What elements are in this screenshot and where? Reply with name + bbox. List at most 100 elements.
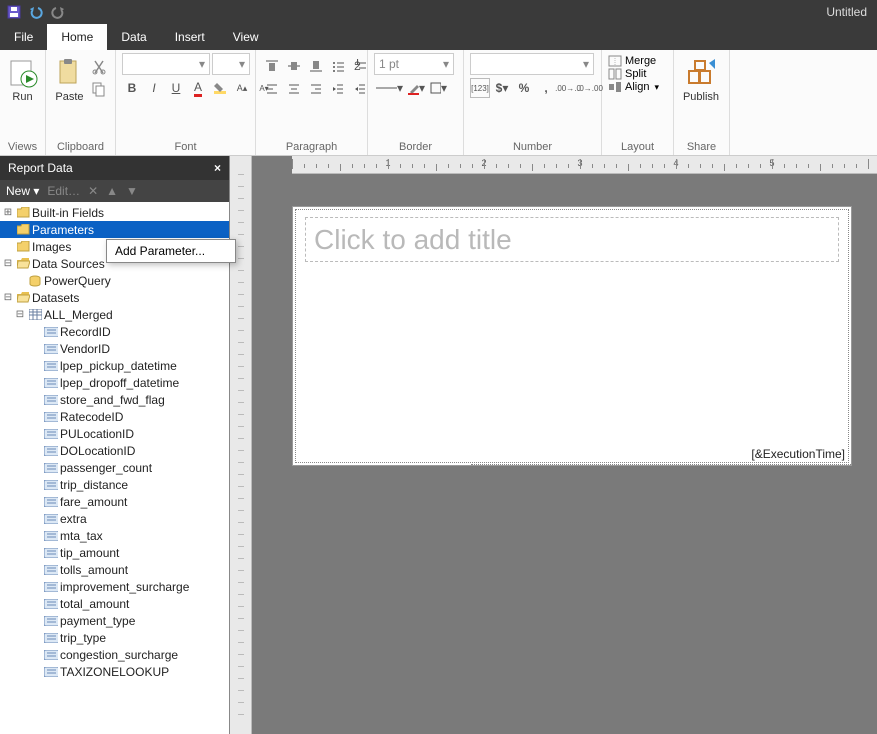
tree-all-merged[interactable]: ⊟ ALL_Merged (0, 306, 229, 323)
align-top-button[interactable] (262, 56, 282, 76)
add-parameter-menu-item[interactable]: Add Parameter... (107, 240, 235, 262)
fill-color-button[interactable] (210, 78, 230, 98)
numbering-button[interactable]: 12 (350, 56, 370, 76)
field-icon (44, 393, 58, 406)
tree-field[interactable]: trip_distance (0, 476, 229, 493)
border-style-select[interactable]: ▾ (374, 78, 404, 98)
menu-data[interactable]: Data (107, 24, 160, 50)
undo-icon[interactable] (28, 4, 44, 20)
report-page[interactable]: Click to add title [&ExecutionTime] (292, 206, 852, 466)
tree-field[interactable]: TAXIZONELOOKUP (0, 663, 229, 680)
align-right-button[interactable] (306, 79, 326, 99)
tree-field[interactable]: total_amount (0, 595, 229, 612)
bold-button[interactable]: B (122, 78, 142, 98)
redo-icon[interactable] (50, 4, 66, 20)
tree-field[interactable]: trip_type (0, 629, 229, 646)
border-weight-select[interactable]: 1 pt▾ (374, 53, 454, 75)
tree-datasets[interactable]: ⊟ Datasets (0, 289, 229, 306)
copy-icon[interactable] (89, 79, 109, 99)
font-family-select[interactable]: ▾ (122, 53, 210, 75)
tree-field[interactable]: extra (0, 510, 229, 527)
field-icon (44, 444, 58, 457)
tree-field[interactable]: improvement_surcharge (0, 578, 229, 595)
tree-field[interactable]: passenger_count (0, 459, 229, 476)
number-format-select[interactable]: ▾ (470, 53, 594, 75)
group-views-label: Views (6, 141, 39, 155)
save-icon[interactable] (6, 4, 22, 20)
report-data-title: Report Data (8, 161, 73, 175)
border-color-button[interactable]: ▾ (406, 78, 426, 98)
align-center-button[interactable] (284, 79, 304, 99)
field-icon (44, 597, 58, 610)
font-color-button[interactable]: A (188, 78, 208, 98)
placeholder-button[interactable]: [123] (470, 78, 490, 98)
tree-field[interactable]: tolls_amount (0, 561, 229, 578)
tree-field[interactable]: fare_amount (0, 493, 229, 510)
tree-field[interactable]: tip_amount (0, 544, 229, 561)
tree-field[interactable]: RatecodeID (0, 408, 229, 425)
italic-button[interactable]: I (144, 78, 164, 98)
percent-button[interactable]: % (514, 78, 534, 98)
tree-builtin-fields[interactable]: ⊞ Built-in Fields (0, 204, 229, 221)
align-icon (608, 81, 622, 93)
move-down-icon[interactable]: ▼ (126, 184, 138, 198)
comma-button[interactable]: , (536, 78, 556, 98)
menu-insert[interactable]: Insert (161, 24, 219, 50)
move-up-icon[interactable]: ▲ (106, 184, 118, 198)
tree-field[interactable]: store_and_fwd_flag (0, 391, 229, 408)
split-button[interactable]: Split (608, 68, 646, 80)
folder-icon (16, 240, 30, 253)
field-icon (44, 342, 58, 355)
increase-decimal-button[interactable]: .00→.0 (558, 78, 578, 98)
design-canvas[interactable]: 1 2 3 4 5 Click to add title [&Execution… (252, 156, 877, 734)
tree-powerquery[interactable]: PowerQuery (0, 272, 229, 289)
tree-field[interactable]: lpep_pickup_datetime (0, 357, 229, 374)
edit-button[interactable]: Edit… (47, 184, 80, 198)
publish-button[interactable]: Publish (680, 53, 722, 103)
font-size-select[interactable]: ▾ (212, 53, 250, 75)
menu-home[interactable]: Home (47, 24, 107, 50)
align-middle-button[interactable] (284, 56, 304, 76)
tree-field[interactable]: congestion_surcharge (0, 646, 229, 663)
menu-view[interactable]: View (219, 24, 273, 50)
new-button[interactable]: New ▾ (6, 184, 39, 198)
align-bottom-button[interactable] (306, 56, 326, 76)
run-button[interactable]: Run (6, 53, 39, 103)
currency-button[interactable]: $▾ (492, 78, 512, 98)
tree-field[interactable]: mta_tax (0, 527, 229, 544)
align-left-button[interactable] (262, 79, 282, 99)
bullets-button[interactable] (328, 56, 348, 76)
tree-field[interactable]: PULocationID (0, 425, 229, 442)
menu-file[interactable]: File (0, 24, 47, 50)
field-icon (44, 427, 58, 440)
decrease-indent-button[interactable] (328, 79, 348, 99)
tree-field[interactable]: RecordID (0, 323, 229, 340)
tree-field[interactable]: lpep_dropoff_datetime (0, 374, 229, 391)
cut-icon[interactable] (89, 57, 109, 77)
tree-field[interactable]: payment_type (0, 612, 229, 629)
decrease-decimal-button[interactable]: .0→.00 (580, 78, 600, 98)
merge-button[interactable]: Merge (608, 55, 656, 67)
report-data-tree[interactable]: ⊞ Built-in Fields Parameters Images ⊟ Da… (0, 202, 229, 734)
tree-field[interactable]: VendorID (0, 340, 229, 357)
tree-parameters[interactable]: Parameters (0, 221, 229, 238)
paste-button[interactable]: Paste (52, 53, 87, 103)
grow-font-button[interactable]: A▴ (232, 78, 252, 98)
close-panel-button[interactable]: × (214, 161, 221, 175)
group-layout-label: Layout (608, 141, 667, 155)
underline-button[interactable]: U (166, 78, 186, 98)
title-placeholder[interactable]: Click to add title (305, 217, 839, 262)
horizontal-ruler: 1 2 3 4 5 (292, 156, 877, 174)
menu-bar: File Home Data Insert View (0, 24, 877, 50)
folder-icon (16, 206, 30, 219)
delete-icon[interactable]: ✕ (88, 184, 98, 198)
ribbon: Run Views Paste Clipboard ▾ ▾ (0, 50, 877, 156)
increase-indent-button[interactable] (350, 79, 370, 99)
borders-button[interactable]: ▾ (428, 78, 448, 98)
align-button[interactable]: Align▾ (608, 81, 659, 93)
execution-time-field[interactable]: [&ExecutionTime] (751, 447, 845, 461)
tree-field[interactable]: DOLocationID (0, 442, 229, 459)
publish-icon (685, 57, 717, 89)
folder-open-icon (16, 291, 30, 304)
run-icon (7, 57, 39, 89)
